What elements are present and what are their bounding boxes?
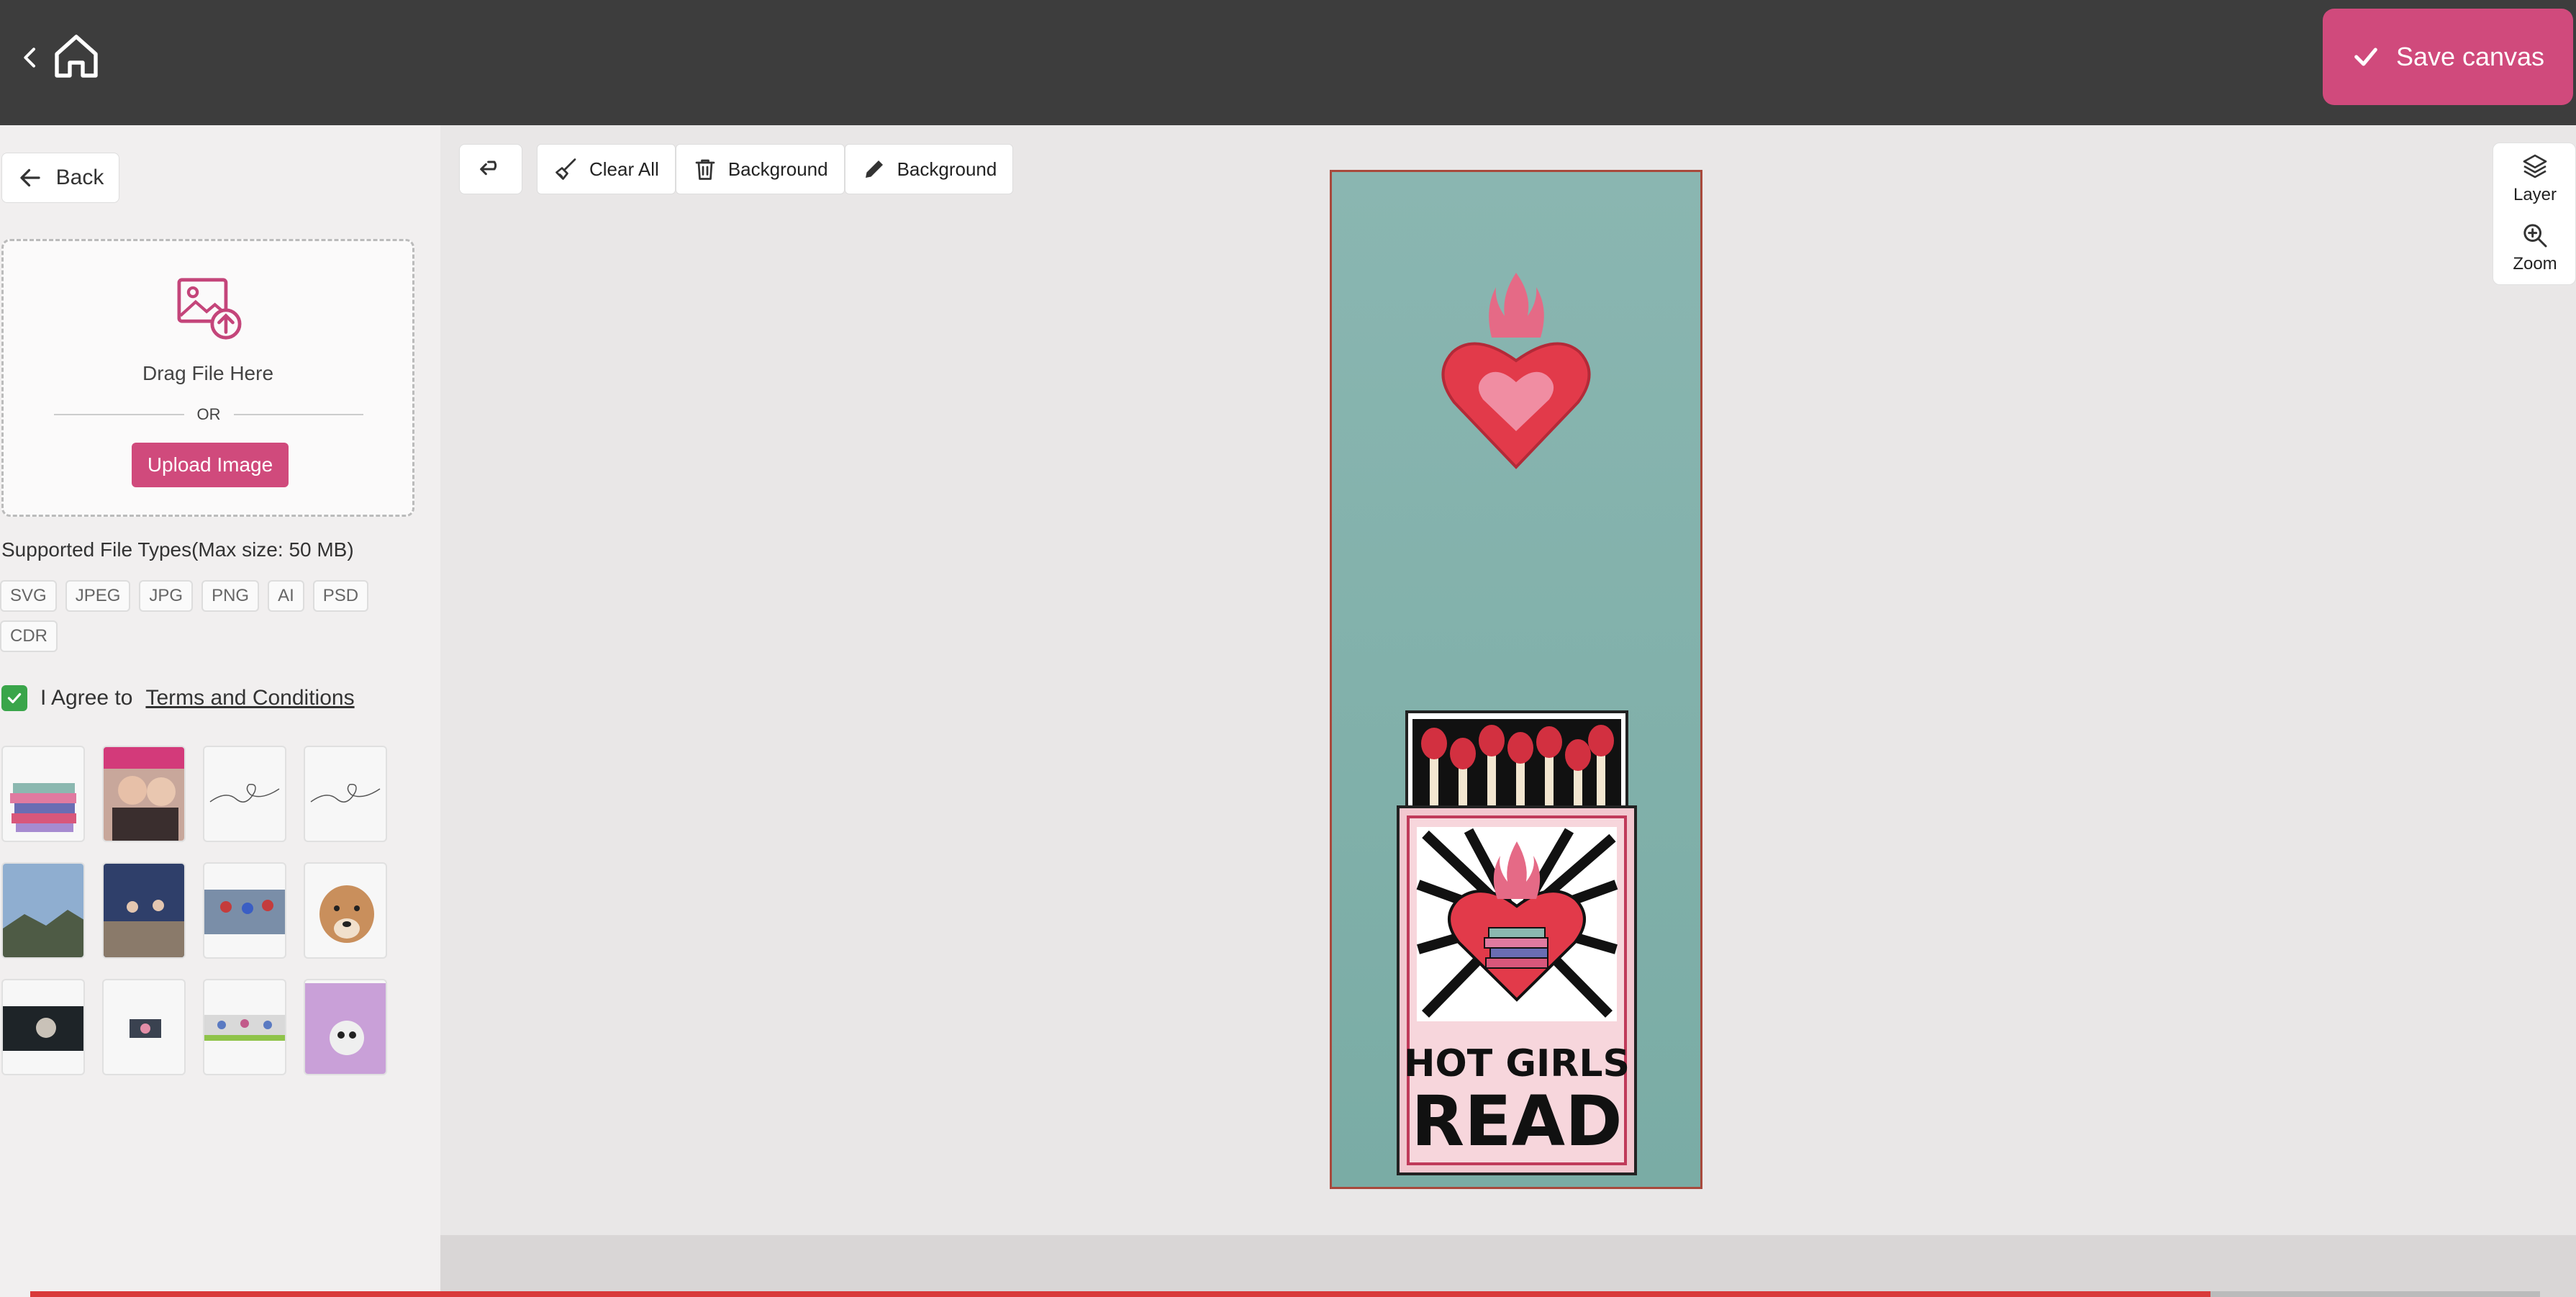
canvas-tools-panel: Layer Zoom bbox=[2493, 143, 2576, 285]
image-upload-icon bbox=[177, 278, 242, 340]
left-sidebar: Back Drag File Here OR Upload Image Supp… bbox=[0, 125, 440, 1297]
file-type-list: SVG JPEG JPG PNG AI PSD CDR bbox=[0, 580, 403, 652]
file-type-tag: AI bbox=[268, 580, 304, 612]
thumbnail-selfie[interactable] bbox=[102, 746, 186, 842]
thumbnail-cat[interactable] bbox=[304, 979, 387, 1075]
agree-checkbox[interactable] bbox=[1, 685, 27, 711]
edit-background-button[interactable]: Background bbox=[844, 144, 1014, 194]
or-text: OR bbox=[196, 405, 221, 423]
progress-bar-fill bbox=[30, 1291, 2210, 1297]
thumbnail-small-photo[interactable] bbox=[102, 979, 186, 1075]
undo-button[interactable] bbox=[459, 144, 522, 194]
or-divider: OR bbox=[54, 404, 363, 425]
file-type-tag: JPEG bbox=[65, 580, 131, 612]
thumbnail-heart-line-2[interactable] bbox=[304, 746, 387, 842]
chevron-left-icon[interactable] bbox=[16, 43, 45, 72]
terms-agreement: I Agree to Terms and Conditions bbox=[1, 685, 355, 711]
progress-bar-track bbox=[2210, 1291, 2540, 1297]
matchbox-graphic: HOT GIRLS READ bbox=[1397, 710, 1637, 1175]
artwork-text-line1: HOT GIRLS bbox=[1404, 1042, 1630, 1085]
terms-link[interactable]: Terms and Conditions bbox=[145, 686, 354, 710]
trash-icon bbox=[695, 159, 715, 180]
thumbnail-group[interactable] bbox=[203, 862, 286, 959]
image-thumbnail-grid bbox=[1, 746, 390, 1075]
thumbnail-dancers[interactable] bbox=[102, 862, 186, 959]
design-canvas[interactable]: HOT GIRLS READ bbox=[1330, 170, 1702, 1189]
zoom-label: Zoom bbox=[2513, 254, 2557, 274]
back-label: Back bbox=[55, 166, 104, 189]
thumbnail-books[interactable] bbox=[1, 746, 85, 842]
thumbnail-heart-line[interactable] bbox=[203, 746, 286, 842]
artwork-text-line2: READ bbox=[1411, 1081, 1622, 1162]
arrow-left-icon bbox=[19, 168, 40, 187]
save-canvas-button[interactable]: Save canvas bbox=[2323, 9, 2573, 105]
file-dropzone[interactable]: Drag File Here OR Upload Image bbox=[1, 239, 414, 517]
file-type-tag: JPG bbox=[139, 580, 194, 612]
file-type-tag: CDR bbox=[0, 620, 58, 652]
supported-file-types-text: Supported File Types(Max size: 50 MB) bbox=[1, 538, 354, 561]
canvas-artwork: HOT GIRLS READ bbox=[1397, 273, 1637, 1175]
broom-icon bbox=[555, 158, 576, 180]
flaming-heart-graphic bbox=[1441, 273, 1591, 469]
file-type-tag: PSD bbox=[312, 580, 369, 612]
remove-background-label: Background bbox=[727, 158, 828, 180]
layer-label: Layer bbox=[2513, 185, 2557, 204]
clear-all-button[interactable]: Clear All bbox=[537, 144, 676, 194]
save-canvas-label: Save canvas bbox=[2395, 42, 2545, 71]
file-type-tag: PNG bbox=[201, 580, 260, 612]
canvas-toolbar: Clear All Background Background bbox=[537, 144, 1014, 194]
home-icon[interactable] bbox=[50, 30, 102, 82]
top-bar: Save canvas bbox=[0, 0, 2576, 125]
clear-all-label: Clear All bbox=[589, 158, 659, 180]
upload-image-button[interactable]: Upload Image bbox=[132, 443, 289, 487]
canvas-bottom-strip bbox=[440, 1235, 2576, 1297]
remove-background-button[interactable]: Background bbox=[675, 144, 845, 194]
thumbnail-dark-photo[interactable] bbox=[1, 979, 85, 1075]
undo-icon bbox=[480, 161, 497, 176]
pencil-icon bbox=[865, 161, 883, 178]
layer-tool[interactable]: Layer bbox=[2493, 149, 2576, 214]
zoom-in-icon bbox=[2523, 224, 2547, 248]
file-type-tag: SVG bbox=[0, 580, 57, 612]
edit-background-label: Background bbox=[897, 158, 997, 180]
check-icon bbox=[7, 692, 22, 704]
agree-text: I Agree to bbox=[40, 686, 133, 710]
back-button[interactable]: Back bbox=[1, 153, 119, 203]
thumbnail-dog[interactable] bbox=[304, 862, 387, 959]
thumbnail-mountains[interactable] bbox=[1, 862, 85, 959]
zoom-tool[interactable]: Zoom bbox=[2493, 218, 2576, 283]
layers-icon bbox=[2523, 154, 2547, 178]
check-icon bbox=[2354, 48, 2377, 66]
drag-file-text: Drag File Here bbox=[142, 362, 274, 384]
thumbnail-party[interactable] bbox=[203, 979, 286, 1075]
